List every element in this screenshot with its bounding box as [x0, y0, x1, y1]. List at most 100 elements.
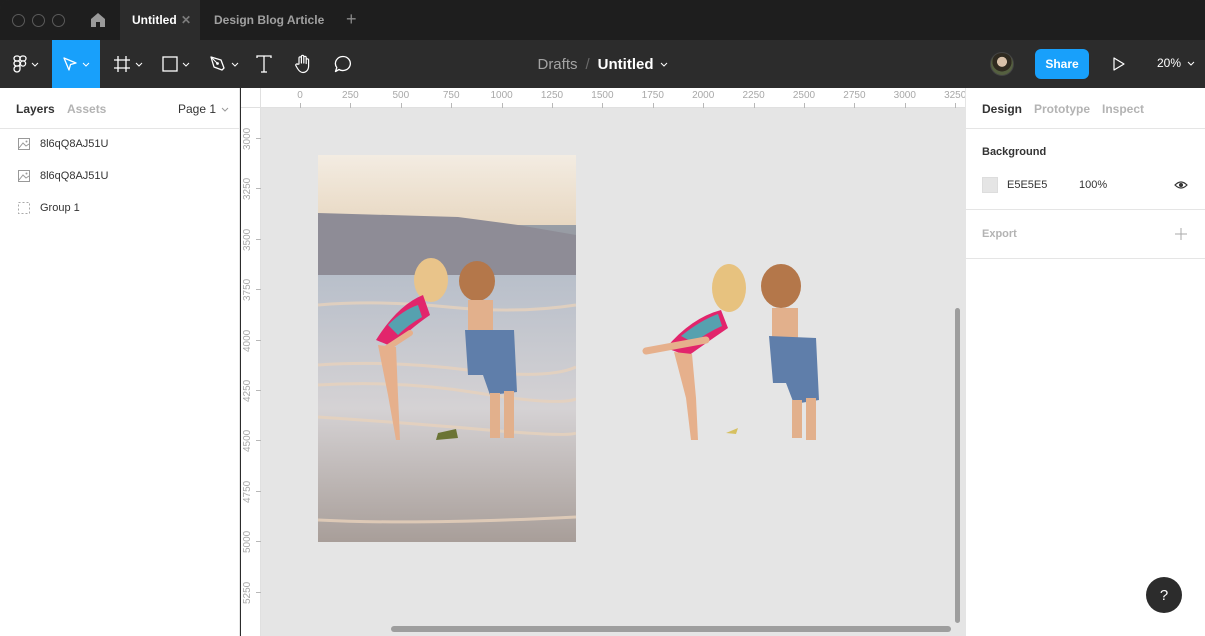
- tab-assets[interactable]: Assets: [67, 102, 106, 116]
- frame-tool-button[interactable]: [108, 40, 148, 88]
- ruler-x-tick: [804, 103, 805, 108]
- window-zoom-button[interactable]: [52, 14, 65, 27]
- tab-layers[interactable]: Layers: [16, 102, 55, 116]
- chevron-down-icon: [1187, 61, 1195, 66]
- ruler-corner: [241, 88, 261, 108]
- help-button[interactable]: ?: [1146, 577, 1182, 613]
- breadcrumb-separator: /: [585, 55, 590, 73]
- layers-panel: Layers Assets Page 1 8l6qQ8AJ51U 8l6qQ8A…: [0, 88, 240, 636]
- ruler-y-label: 4250: [242, 379, 253, 402]
- hand-tool-button[interactable]: [290, 40, 316, 88]
- chevron-down-icon[interactable]: [660, 60, 668, 68]
- rectangle-icon: [162, 56, 178, 72]
- ruler-horizontal: 0 250 500 750 1000 1250 1500 1750 2000 2250 2500 27…: [241, 88, 965, 108]
- toolbar: Drafts / Untitled Share 20%: [0, 40, 1205, 88]
- ruler-y-tick: [256, 339, 261, 341]
- ruler-x-label: 2750: [843, 90, 866, 101]
- ruler-x-tick: [451, 103, 453, 108]
- eye-icon[interactable]: [1174, 180, 1188, 190]
- background-hex-input[interactable]: E5E5E5: [1007, 179, 1047, 191]
- background-section: Background E5E5E5 100%: [966, 129, 1205, 210]
- figma-app: Untitled ✕ Design Blog Article + Drafts …: [0, 0, 1205, 636]
- plus-icon[interactable]: +: [346, 10, 357, 28]
- left-panel-tabs: Layers Assets Page 1: [0, 88, 239, 129]
- chevron-down-icon: [221, 107, 229, 112]
- ruler-vertical: 3000 3250 3500 3750 4000 4250 4500 4750 5000 5250: [241, 88, 261, 636]
- ruler-y-label: 5250: [242, 581, 253, 604]
- text-tool-button[interactable]: [252, 40, 276, 88]
- zoom-level: 20%: [1157, 56, 1182, 70]
- tab-inspect[interactable]: Inspect: [1102, 102, 1144, 116]
- ruler-x-tick: [703, 103, 705, 108]
- tab-design-blog-article[interactable]: Design Blog Article: [200, 0, 335, 40]
- ruler-x-tick: [400, 103, 402, 108]
- page-selector[interactable]: Page 1: [178, 102, 229, 116]
- chevron-down-icon: [135, 62, 143, 67]
- ruler-y-label: 3000: [242, 127, 253, 150]
- ruler-x-label: 2000: [692, 90, 715, 101]
- avatar[interactable]: [990, 52, 1014, 76]
- ruler-x-tick: [904, 103, 906, 108]
- window-close-button[interactable]: [12, 14, 25, 27]
- shape-tool-button[interactable]: [156, 40, 196, 88]
- zoom-dropdown[interactable]: 20%: [1157, 56, 1195, 70]
- ruler-y-tick: [256, 188, 261, 190]
- ruler-y-label: 5000: [242, 530, 253, 554]
- ruler-y-label: 4750: [242, 480, 253, 503]
- tab-design[interactable]: Design: [982, 102, 1022, 116]
- chevron-down-icon: [182, 62, 190, 67]
- photo-illustration: [318, 155, 576, 542]
- tab-untitled[interactable]: Untitled ✕: [120, 0, 200, 40]
- layer-item[interactable]: 8l6qQ8AJ51U: [0, 160, 239, 192]
- close-icon[interactable]: ✕: [181, 13, 191, 27]
- group-icon: [18, 202, 30, 214]
- ruler-x-label: 3000: [893, 90, 916, 101]
- ruler-x-tick: [955, 103, 957, 108]
- ruler-y-label: 3750: [242, 278, 253, 302]
- tab-prototype[interactable]: Prototype: [1034, 102, 1090, 116]
- ruler-x-label: 500: [392, 90, 410, 101]
- share-button[interactable]: Share: [1035, 49, 1089, 79]
- background-title: Background: [982, 146, 1047, 158]
- background-opacity-input[interactable]: 100%: [1079, 179, 1107, 191]
- file-name[interactable]: Untitled: [598, 56, 654, 73]
- image-icon: [18, 170, 30, 182]
- ruler-x-label: 2250: [742, 90, 765, 101]
- layer-item[interactable]: Group 1: [0, 192, 239, 224]
- ruler-y-tick: [256, 138, 261, 139]
- right-panel-tabs: Design Prototype Inspect: [966, 88, 1205, 129]
- ruler-y-label: 4500: [242, 430, 253, 453]
- background-color-swatch[interactable]: [982, 177, 998, 193]
- window-minimize-button[interactable]: [32, 14, 45, 27]
- ruler-x-tick: [753, 103, 755, 108]
- vertical-scrollbar[interactable]: [955, 308, 960, 623]
- layer-name: Group 1: [40, 202, 80, 214]
- ruler-x-tick: [854, 103, 856, 108]
- background-removed-image[interactable]: [636, 248, 826, 443]
- ruler-x-tick: [350, 103, 352, 108]
- pen-icon: [210, 56, 225, 71]
- layer-item[interactable]: 8l6qQ8AJ51U: [0, 128, 239, 160]
- main-menu-button[interactable]: [0, 40, 52, 88]
- canvas[interactable]: 0 250 500 750 1000 1250 1500 1750 2000 2250 2500 27…: [241, 88, 965, 636]
- present-button[interactable]: [1112, 56, 1126, 77]
- cutout-illustration: [642, 264, 819, 440]
- ruler-y-tick: [256, 440, 261, 442]
- pen-tool-button[interactable]: [204, 40, 244, 88]
- image-icon: [18, 138, 30, 150]
- move-tool-button[interactable]: [52, 40, 100, 88]
- ruler-x-label: 2500: [792, 90, 816, 101]
- move-arrow-icon: [63, 57, 77, 71]
- original-photo[interactable]: [318, 155, 576, 542]
- breadcrumb-drafts[interactable]: Drafts: [537, 56, 577, 73]
- hand-icon: [295, 54, 310, 74]
- ruler-y-label: 3500: [242, 228, 253, 251]
- ruler-x-label: 0: [297, 90, 303, 101]
- tab-label: Untitled: [132, 13, 177, 27]
- home-icon[interactable]: [88, 11, 108, 29]
- ruler-x-tick: [300, 103, 301, 108]
- plus-icon[interactable]: [1174, 227, 1188, 241]
- ruler-y-tick: [256, 238, 261, 240]
- horizontal-scrollbar[interactable]: [391, 626, 951, 632]
- comment-tool-button[interactable]: [330, 40, 356, 88]
